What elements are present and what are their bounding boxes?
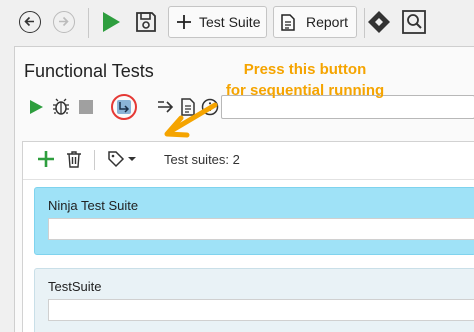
suite-name: TestSuite [48,279,102,294]
annotation-text-line1: Press this button [243,61,367,78]
document-icon [281,14,295,31]
test-suite-label: Test Suite [199,14,261,30]
tag-icon[interactable] [107,150,125,168]
add-test-suite-button[interactable]: Test Suite [168,6,267,38]
forward-icon[interactable] [53,11,75,33]
stop-icon[interactable] [76,97,96,117]
toolbar-divider [364,8,365,38]
delete-trash-icon[interactable] [66,150,82,168]
annotation-arrow-icon [164,102,218,138]
inspect-search-icon[interactable] [401,9,427,35]
annotation-text-line2: for sequential running [225,82,385,99]
chevron-down-icon[interactable] [127,156,137,162]
toolbar-divider [94,150,95,170]
test-suites-area: Test suites: 2 Ninja Test Suite TestSuit… [22,141,474,332]
back-icon[interactable] [19,11,41,33]
toolbar-divider [88,8,89,38]
sequential-run-icon [117,100,131,114]
debug-bug-icon[interactable] [51,97,71,117]
save-icon[interactable] [133,9,159,35]
jira-diamond-icon[interactable] [366,9,392,35]
sequential-run-button[interactable] [111,94,137,120]
suite-description-field[interactable] [48,299,474,321]
suites-toolbar: Test suites: 2 [23,142,474,178]
plus-icon [177,15,191,29]
page-title: Functional Tests [24,61,154,81]
list-item[interactable]: TestSuite [34,268,474,332]
run-icon[interactable] [26,97,46,117]
list-item[interactable]: Ninja Test Suite [34,187,474,255]
functional-tests-panel: Functional Tests Press this button for s… [14,46,474,332]
add-suite-plus-icon[interactable] [37,150,55,168]
report-button[interactable]: Report [273,6,357,38]
suite-name: Ninja Test Suite [48,198,139,213]
suite-description-field[interactable] [48,218,474,240]
suite-count: Test suites: 2 [164,152,240,167]
run-icon[interactable] [98,9,124,35]
divider [23,179,474,180]
main-toolbar: Test Suite Report [0,0,474,46]
report-label: Report [306,14,349,30]
